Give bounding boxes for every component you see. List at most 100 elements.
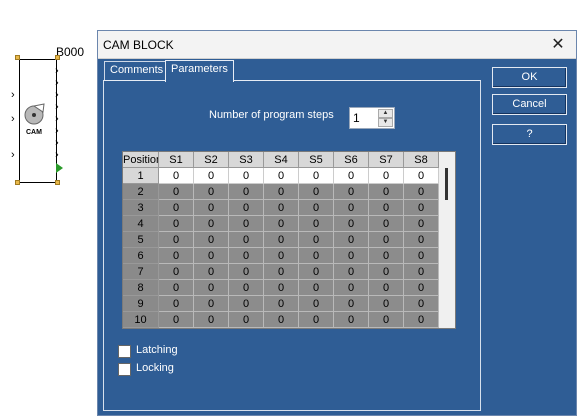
- table-cell[interactable]: 0: [334, 280, 369, 296]
- table-cell[interactable]: 0: [404, 216, 439, 232]
- table-cell[interactable]: 0: [299, 216, 334, 232]
- table-cell[interactable]: 0: [404, 248, 439, 264]
- table-cell[interactable]: 0: [369, 232, 404, 248]
- table-cell[interactable]: 0: [229, 296, 264, 312]
- table-cell[interactable]: 0: [404, 264, 439, 280]
- latching-checkbox[interactable]: [118, 345, 131, 358]
- table-cell[interactable]: 0: [334, 264, 369, 280]
- table-cell[interactable]: 0: [264, 280, 299, 296]
- table-cell[interactable]: 0: [229, 232, 264, 248]
- table-cell[interactable]: 0: [264, 312, 299, 328]
- table-cell[interactable]: 0: [369, 264, 404, 280]
- cancel-button[interactable]: Cancel: [492, 94, 567, 115]
- dialog-titlebar[interactable]: CAM BLOCK ✕: [98, 31, 576, 59]
- table-cell[interactable]: 0: [159, 216, 194, 232]
- table-cell[interactable]: 0: [404, 184, 439, 200]
- table-cell[interactable]: 0: [334, 296, 369, 312]
- table-cell[interactable]: 0: [334, 184, 369, 200]
- grid-scrollbar[interactable]: [439, 152, 455, 328]
- table-cell[interactable]: 0: [334, 232, 369, 248]
- table-cell[interactable]: 0: [404, 280, 439, 296]
- table-cell[interactable]: 0: [229, 264, 264, 280]
- table-cell[interactable]: 0: [334, 168, 369, 184]
- table-cell[interactable]: 0: [299, 264, 334, 280]
- selection-handle[interactable]: [15, 55, 20, 60]
- table-cell[interactable]: 0: [159, 200, 194, 216]
- table-cell[interactable]: 0: [369, 248, 404, 264]
- spin-up-icon[interactable]: ▲: [378, 109, 393, 118]
- table-cell[interactable]: 0: [369, 312, 404, 328]
- table-cell[interactable]: 0: [299, 200, 334, 216]
- table-cell[interactable]: 0: [194, 200, 229, 216]
- help-button[interactable]: ?: [492, 124, 567, 145]
- spin-down-icon[interactable]: ▼: [378, 118, 393, 127]
- table-cell[interactable]: 0: [369, 168, 404, 184]
- table-cell[interactable]: 0: [159, 296, 194, 312]
- table-cell[interactable]: 0: [229, 184, 264, 200]
- table-cell[interactable]: 0: [264, 200, 299, 216]
- program-steps-value[interactable]: 1: [353, 111, 360, 125]
- table-cell[interactable]: 0: [194, 216, 229, 232]
- scrollbar-thumb[interactable]: [445, 168, 448, 200]
- table-cell[interactable]: 0: [194, 168, 229, 184]
- program-steps-spinner[interactable]: 1 ▲ ▼: [349, 107, 395, 129]
- table-cell[interactable]: 0: [264, 184, 299, 200]
- table-cell[interactable]: 0: [404, 168, 439, 184]
- table-cell[interactable]: 0: [334, 312, 369, 328]
- table-cell[interactable]: 0: [299, 312, 334, 328]
- table-cell[interactable]: 0: [229, 216, 264, 232]
- table-cell[interactable]: 0: [159, 280, 194, 296]
- cam-program-grid[interactable]: Position S1 S2 S3 S4 S5 S6 S7 S8 1 0 0 0 0 0 0 0 0 2 0 0 0 0 0 0…: [122, 151, 456, 329]
- table-cell[interactable]: 0: [299, 184, 334, 200]
- table-cell[interactable]: 0: [264, 248, 299, 264]
- table-cell[interactable]: 0: [229, 200, 264, 216]
- selection-handle[interactable]: [55, 55, 60, 60]
- table-cell[interactable]: 0: [194, 312, 229, 328]
- table-cell[interactable]: 0: [334, 200, 369, 216]
- table-cell[interactable]: 0: [334, 216, 369, 232]
- table-cell[interactable]: 0: [369, 184, 404, 200]
- table-cell[interactable]: 0: [299, 168, 334, 184]
- table-cell[interactable]: 0: [194, 280, 229, 296]
- table-cell[interactable]: 0: [194, 248, 229, 264]
- table-cell[interactable]: 0: [369, 216, 404, 232]
- table-cell[interactable]: 0: [299, 280, 334, 296]
- table-cell[interactable]: 0: [159, 248, 194, 264]
- table-cell[interactable]: 0: [404, 200, 439, 216]
- table-cell[interactable]: 0: [194, 296, 229, 312]
- table-cell[interactable]: 0: [404, 296, 439, 312]
- table-cell[interactable]: 0: [159, 232, 194, 248]
- table-cell[interactable]: 0: [404, 232, 439, 248]
- locking-checkbox[interactable]: [118, 363, 131, 376]
- table-cell[interactable]: 0: [159, 264, 194, 280]
- table-cell[interactable]: 0: [194, 264, 229, 280]
- selection-handle[interactable]: [55, 180, 60, 185]
- table-cell[interactable]: 0: [194, 184, 229, 200]
- table-cell[interactable]: 0: [229, 248, 264, 264]
- table-cell[interactable]: 0: [369, 200, 404, 216]
- table-cell[interactable]: 0: [229, 168, 264, 184]
- close-button[interactable]: ✕: [540, 31, 576, 59]
- table-cell[interactable]: 0: [264, 264, 299, 280]
- table-cell[interactable]: 0: [194, 232, 229, 248]
- tab-comments[interactable]: Comments: [104, 61, 170, 80]
- table-cell[interactable]: 0: [159, 184, 194, 200]
- table-cell[interactable]: 0: [299, 296, 334, 312]
- table-cell[interactable]: 0: [264, 296, 299, 312]
- table-cell[interactable]: 0: [369, 280, 404, 296]
- table-cell[interactable]: 0: [369, 296, 404, 312]
- table-cell[interactable]: 0: [404, 312, 439, 328]
- table-cell[interactable]: 0: [229, 312, 264, 328]
- selection-handle[interactable]: [15, 180, 20, 185]
- table-cell[interactable]: 0: [299, 232, 334, 248]
- table-cell[interactable]: 0: [264, 168, 299, 184]
- table-cell[interactable]: 0: [229, 280, 264, 296]
- ok-button[interactable]: OK: [492, 67, 567, 88]
- table-cell[interactable]: 0: [264, 232, 299, 248]
- tab-parameters[interactable]: Parameters: [165, 60, 234, 82]
- table-cell[interactable]: 0: [264, 216, 299, 232]
- table-cell[interactable]: 0: [334, 248, 369, 264]
- table-cell[interactable]: 0: [299, 248, 334, 264]
- table-cell[interactable]: 0: [159, 312, 194, 328]
- table-cell[interactable]: 0: [159, 168, 194, 184]
